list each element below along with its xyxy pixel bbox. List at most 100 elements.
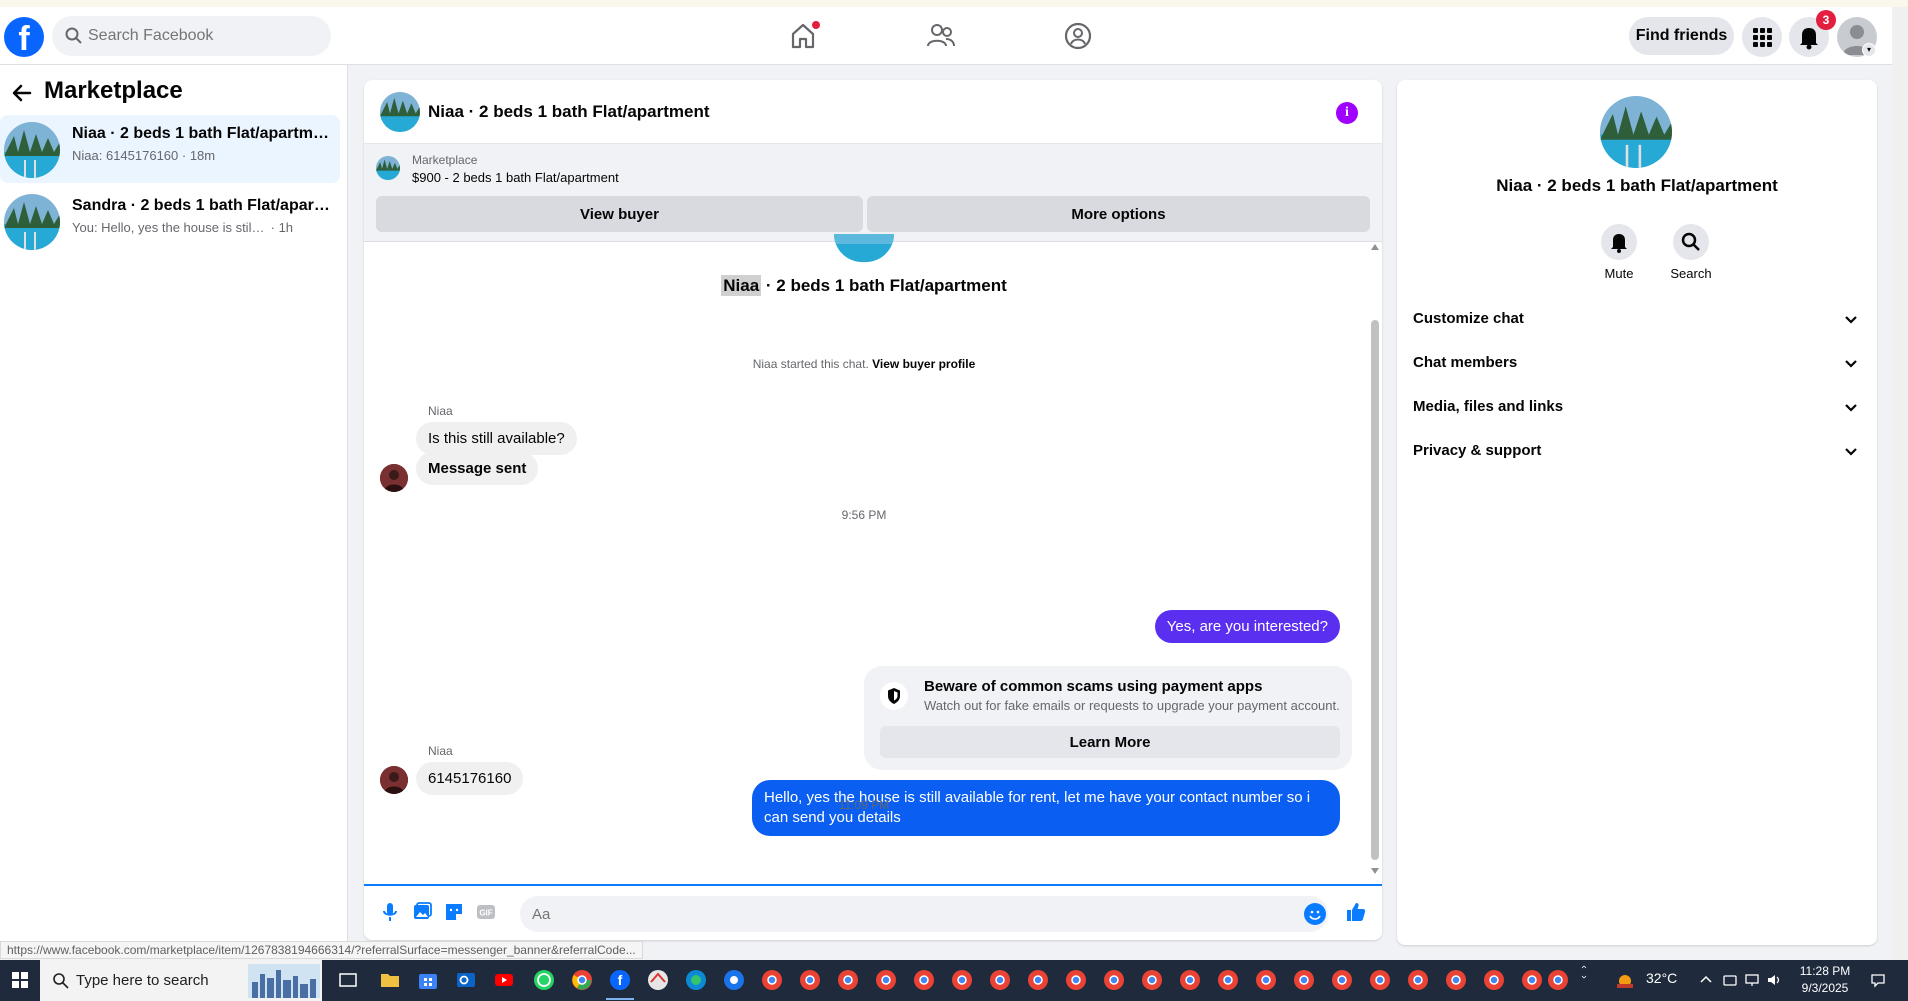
page-scrollbar[interactable] bbox=[1892, 7, 1908, 960]
chat-title[interactable]: Niaa · 2 beds 1 bath Flat/apartment bbox=[428, 102, 710, 122]
chrome-window-icon[interactable] bbox=[1406, 968, 1430, 992]
volume-icon[interactable] bbox=[1766, 972, 1782, 988]
view-buyer-profile-link[interactable]: View buyer profile bbox=[872, 357, 975, 371]
chrome-window-icon[interactable] bbox=[1292, 968, 1316, 992]
chrome-window-icon[interactable] bbox=[1520, 968, 1544, 992]
back-arrow-icon[interactable] bbox=[10, 81, 34, 105]
message-input[interactable] bbox=[520, 896, 1328, 932]
chrome-window-icon[interactable] bbox=[950, 968, 974, 992]
section-chat-members[interactable]: Chat members bbox=[1405, 342, 1869, 386]
windows-taskbar: Type here to search f 32°C 11:28 PM 9/3/… bbox=[0, 960, 1908, 1001]
menu-button[interactable] bbox=[1742, 17, 1782, 57]
search-bar[interactable] bbox=[52, 16, 331, 56]
chrome-window-icon[interactable] bbox=[1546, 968, 1570, 992]
chrome-window-icon[interactable] bbox=[1064, 968, 1088, 992]
banner-listing[interactable]: $900 - 2 beds 1 bath Flat/apartment bbox=[412, 170, 619, 185]
task-view-icon[interactable] bbox=[336, 968, 360, 992]
find-friends-button[interactable]: Find friends bbox=[1629, 17, 1734, 55]
youtube-icon[interactable] bbox=[492, 968, 516, 992]
conversation-name: Sandra · 2 beds 1 bath Flat/apartment bbox=[72, 197, 334, 214]
chrome-window-icon[interactable] bbox=[1482, 968, 1506, 992]
view-buyer-button[interactable]: View buyer bbox=[376, 196, 863, 232]
section-privacy-support[interactable]: Privacy & support bbox=[1405, 430, 1869, 474]
learn-more-button[interactable]: Learn More bbox=[880, 726, 1340, 758]
incoming-message[interactable]: Is this still available? bbox=[416, 422, 577, 455]
svg-text:GIF: GIF bbox=[479, 909, 492, 918]
microphone-icon[interactable] bbox=[378, 900, 402, 924]
edge-icon[interactable] bbox=[684, 968, 708, 992]
chrome-window-icon[interactable] bbox=[1330, 968, 1354, 992]
conversation-item-niaa[interactable]: Niaa · 2 beds 1 bath Flat/apartment Niaa… bbox=[0, 115, 340, 183]
conversation-item-sandra[interactable]: Sandra · 2 beds 1 bath Flat/apartment Yo… bbox=[0, 187, 340, 255]
store-icon[interactable] bbox=[416, 968, 440, 992]
notification-center-icon[interactable] bbox=[1870, 972, 1886, 988]
taskbar-scroll-icon[interactable] bbox=[1576, 964, 1592, 980]
whatsapp-icon[interactable] bbox=[532, 968, 556, 992]
chrome-window-icon[interactable] bbox=[760, 968, 784, 992]
app-icon[interactable] bbox=[646, 968, 670, 992]
clock-date[interactable]: 9/3/2025 bbox=[1790, 981, 1860, 995]
listing-thumbnail bbox=[4, 194, 60, 250]
chrome-window-icon[interactable] bbox=[1026, 968, 1050, 992]
section-media-files-links[interactable]: Media, files and links bbox=[1405, 386, 1869, 430]
search-input[interactable] bbox=[88, 16, 318, 56]
bell-icon bbox=[1601, 224, 1637, 260]
file-explorer-icon[interactable] bbox=[378, 968, 402, 992]
start-button[interactable] bbox=[0, 960, 40, 1001]
thumbs-up-icon[interactable] bbox=[1344, 900, 1368, 924]
emoji-icon[interactable] bbox=[1304, 903, 1326, 925]
incoming-message[interactable]: Message sent bbox=[416, 452, 539, 485]
meet-now-icon[interactable] bbox=[1722, 972, 1738, 988]
chrome-window-icon[interactable] bbox=[988, 968, 1012, 992]
chrome-icon[interactable] bbox=[570, 968, 594, 992]
chrome-window-icon[interactable] bbox=[1140, 968, 1164, 992]
chat-header: Niaa · 2 beds 1 bath Flat/apartment i bbox=[364, 80, 1382, 144]
chrome-window-icon[interactable] bbox=[798, 968, 822, 992]
clock-time[interactable]: 11:28 PM bbox=[1790, 964, 1860, 978]
section-customize-chat[interactable]: Customize chat bbox=[1405, 298, 1869, 342]
message-list: Niaa · 2 beds 1 bath Flat/apartment Niaa… bbox=[364, 234, 1364, 882]
mute-button[interactable]: Mute bbox=[1579, 224, 1659, 281]
show-hidden-icons-icon[interactable] bbox=[1698, 972, 1714, 988]
scam-warning-card: Beware of common scams using payment app… bbox=[864, 666, 1352, 770]
scroll-down-arrow-icon[interactable] bbox=[1371, 868, 1379, 874]
weather-icon[interactable] bbox=[1614, 970, 1636, 992]
scam-warning-description: Watch out for fake emails or requests to… bbox=[924, 698, 1340, 713]
taskbar-search[interactable]: Type here to search bbox=[40, 960, 322, 1001]
facebook-taskbar-icon[interactable]: f bbox=[608, 968, 632, 992]
chrome-profile-icon[interactable] bbox=[722, 968, 746, 992]
listing-profile-image[interactable] bbox=[1600, 96, 1672, 168]
marketplace-sidebar: Marketplace Niaa · 2 beds 1 bath Flat/ap… bbox=[0, 65, 348, 955]
scroll-thumb[interactable] bbox=[1371, 320, 1379, 860]
search-in-conversation-button[interactable]: Search bbox=[1651, 224, 1731, 281]
message-scrollbar[interactable] bbox=[1368, 240, 1382, 880]
more-options-button[interactable]: More options bbox=[867, 196, 1370, 232]
sender-avatar[interactable] bbox=[380, 464, 408, 492]
network-icon[interactable] bbox=[1744, 972, 1760, 988]
sticker-icon[interactable] bbox=[442, 900, 466, 924]
chrome-window-icon[interactable] bbox=[1368, 968, 1392, 992]
chrome-window-icon[interactable] bbox=[1102, 968, 1126, 992]
chrome-window-icon[interactable] bbox=[836, 968, 860, 992]
chat-thumbnail[interactable] bbox=[380, 92, 420, 132]
friends-icon[interactable] bbox=[924, 19, 958, 53]
account-chevron-icon[interactable]: ▾ bbox=[1862, 43, 1876, 57]
gif-icon[interactable]: GIF bbox=[474, 900, 498, 924]
chrome-window-icon[interactable] bbox=[874, 968, 898, 992]
chrome-window-icon[interactable] bbox=[1216, 968, 1240, 992]
chrome-window-icon[interactable] bbox=[912, 968, 936, 992]
photo-icon[interactable] bbox=[410, 900, 434, 924]
info-icon[interactable]: i bbox=[1336, 102, 1358, 124]
sender-avatar[interactable] bbox=[380, 766, 408, 794]
incoming-message[interactable]: 6145176160 bbox=[416, 762, 524, 795]
facebook-logo[interactable]: f bbox=[4, 17, 44, 58]
groups-icon[interactable] bbox=[1061, 19, 1095, 53]
weather-temperature[interactable]: 32°C bbox=[1646, 970, 1677, 986]
chrome-window-icon[interactable] bbox=[1444, 968, 1468, 992]
scroll-up-arrow-icon[interactable] bbox=[1371, 244, 1379, 250]
chrome-window-icon[interactable] bbox=[1178, 968, 1202, 992]
outgoing-message[interactable]: Yes, are you interested? bbox=[1154, 610, 1340, 643]
outlook-icon[interactable] bbox=[454, 968, 478, 992]
details-title: Niaa · 2 beds 1 bath Flat/apartment bbox=[1496, 176, 1778, 195]
chrome-window-icon[interactable] bbox=[1254, 968, 1278, 992]
